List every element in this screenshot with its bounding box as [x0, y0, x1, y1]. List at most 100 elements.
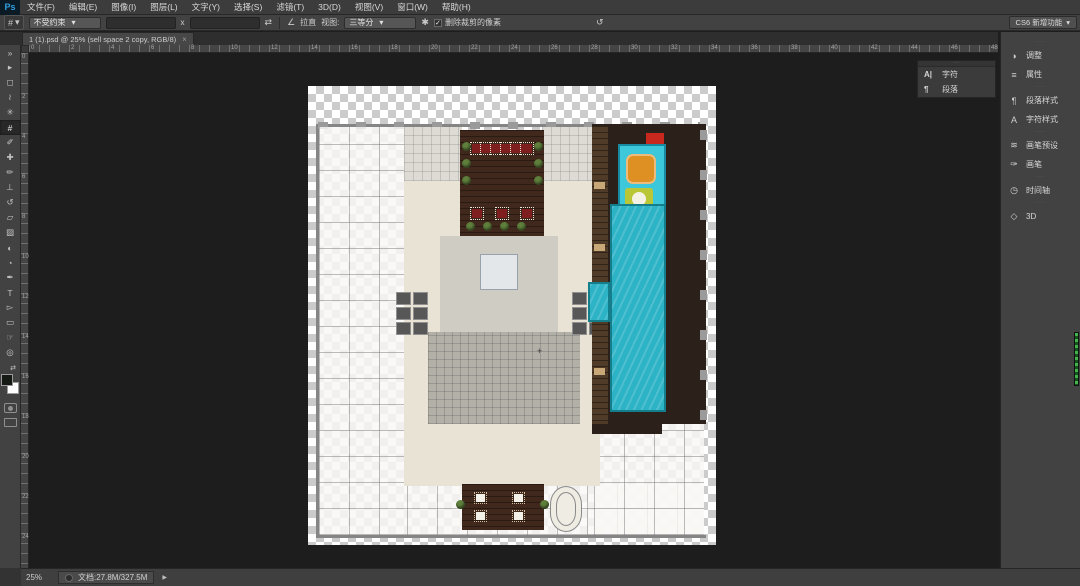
document-tab-title: 1 (1).psd @ 25% (sell space 2 copy, RGB/…	[29, 35, 176, 44]
crop-tool[interactable]: #	[0, 120, 21, 135]
lasso-tool[interactable]: ≀	[0, 90, 21, 105]
plant	[534, 159, 543, 168]
crop-preset-select[interactable]: 不受约束 ▾	[29, 17, 101, 29]
document-tab[interactable]: 1 (1).psd @ 25% (sell space 2 copy, RGB/…	[22, 32, 194, 45]
ruler-tick-label: 0	[31, 45, 34, 52]
panel-label: 调整	[1026, 50, 1042, 61]
ruler-tick-label: 4	[111, 45, 114, 52]
panel-label: 画笔预设	[1026, 140, 1058, 151]
panel-properties[interactable]: ≡ 属性	[1001, 66, 1080, 83]
panel-label: 3D	[1026, 212, 1036, 221]
entry-table	[514, 494, 523, 502]
tool-icon: ✒	[6, 272, 13, 283]
foreground-color-swatch[interactable]	[1, 374, 13, 386]
menu-item[interactable]: 3D(D)	[311, 0, 348, 15]
hand-tool[interactable]: ☞	[0, 330, 21, 345]
tool-icon: ▨	[6, 227, 14, 238]
healing-brush-tool[interactable]: ✚	[0, 150, 21, 165]
panel-brush[interactable]: ✑ 画笔	[1001, 156, 1080, 173]
crop-settings-gear-icon[interactable]: ✱	[421, 17, 429, 28]
panel-icon: ◇	[1008, 211, 1020, 222]
panel-paragraph-styles[interactable]: ¶ 段落样式	[1001, 92, 1080, 109]
menu-item[interactable]: 图层(L)	[143, 0, 184, 15]
tool-icon: ▱	[7, 212, 14, 223]
deck-plank-strip	[592, 126, 608, 424]
menu-item[interactable]: 窗口(W)	[390, 0, 435, 15]
table	[492, 144, 502, 153]
status-expand-arrow-icon[interactable]: ▶	[162, 574, 167, 581]
collapse-tools-icon[interactable]: »	[0, 45, 21, 60]
ruler-tick-label: 2	[71, 45, 74, 52]
panel-label: 段落样式	[1026, 95, 1058, 106]
delete-cropped-pixels-option[interactable]: ✓ 删除裁剪的像素	[434, 17, 501, 28]
panel-label: 字符	[942, 69, 958, 80]
quick-mask-button[interactable]	[4, 403, 17, 413]
menu-item[interactable]: 文字(Y)	[185, 0, 227, 15]
clone-stamp-tool[interactable]: ⊥	[0, 180, 21, 195]
close-icon[interactable]: ×	[182, 35, 187, 44]
menu-item[interactable]: 图像(I)	[104, 0, 143, 15]
ruler-origin-corner[interactable]	[21, 45, 29, 53]
menu-item[interactable]: 视图(V)	[348, 0, 390, 15]
swap-colors-icon[interactable]: ⇄	[4, 364, 16, 372]
zoom-level-field[interactable]: 25%	[26, 573, 52, 582]
workspace-switcher[interactable]: CS6 新增功能 ▾	[1009, 16, 1077, 29]
ruler-tick-label: 0	[22, 54, 25, 60]
eraser-tool[interactable]: ▱	[0, 210, 21, 225]
active-tool-badge[interactable]: # ▾	[4, 15, 24, 30]
menu-item[interactable]: 编辑(E)	[62, 0, 104, 15]
history-brush-tool[interactable]: ↺	[0, 195, 21, 210]
quick-selection-tool[interactable]: ✳	[0, 105, 21, 120]
ruler-tick-label: 20	[22, 454, 29, 460]
tool-icon: ◐	[7, 243, 12, 253]
panel-adjustments[interactable]: ◑ 调整	[1001, 47, 1080, 64]
panel-timeline[interactable]: ◷ 时间轴	[1001, 182, 1080, 199]
color-swatches	[0, 373, 20, 397]
vertical-ruler[interactable]: 024681012141618202224	[21, 53, 29, 568]
panel-dock: ◑ 调整 ≡ 属性 ¶ 段落样式 A 字符样式 ≋ 画笔预设 ✑ 画笔 ◷ 时间…	[1000, 32, 1080, 568]
reset-icon[interactable]: ↺	[596, 17, 604, 28]
menu-item[interactable]: 文件(F)	[20, 0, 62, 15]
panel-icon: ¶	[924, 85, 936, 94]
gradient-tool[interactable]: ▨	[0, 225, 21, 240]
panel-icon: ◑	[1008, 51, 1020, 61]
crop-options-bar: # ▾ 不受约束 ▾ x ⇄ ∠ 拉直 视图: 三等分 ▾ ✱ ✓ 删除裁剪的像…	[0, 15, 1080, 31]
type-tool[interactable]: T	[0, 285, 21, 300]
menu-item[interactable]: 选择(S)	[227, 0, 269, 15]
straighten-button[interactable]: 拉直	[300, 17, 316, 28]
menu-item[interactable]: 帮助(H)	[435, 0, 478, 15]
panel-brush-presets[interactable]: ≋ 画笔预设	[1001, 137, 1080, 154]
tool-icon: ✚	[6, 152, 13, 163]
brush-tool[interactable]: ✏	[0, 165, 21, 180]
tool-icon: #	[8, 123, 13, 133]
marquee-tool[interactable]: ◻	[0, 75, 21, 90]
dodge-tool[interactable]: ◔	[0, 255, 21, 270]
pen-tool[interactable]: ✒	[0, 270, 21, 285]
overlay-view-select[interactable]: 三等分 ▾	[344, 17, 416, 29]
eyedropper-tool[interactable]: ✐	[0, 135, 21, 150]
swap-dimensions-icon[interactable]: ⇄	[265, 17, 273, 28]
panel-character-styles[interactable]: A 字符样式	[1001, 111, 1080, 128]
floor-plan-image[interactable]: +	[308, 86, 716, 545]
crop-height-field[interactable]	[190, 17, 260, 29]
panel-character[interactable]: A| 字符	[918, 67, 995, 82]
menu-item[interactable]: 滤镜(T)	[269, 0, 311, 15]
quick-mask-icon	[8, 406, 13, 411]
horizontal-ruler[interactable]: 0246810121416182022242628303234363840424…	[29, 45, 998, 53]
panel-3d[interactable]: ◇ 3D	[1001, 208, 1080, 225]
blur-tool[interactable]: ◐	[0, 240, 21, 255]
checkbox-checked-icon[interactable]: ✓	[434, 19, 442, 27]
move-tool[interactable]: ▸	[0, 60, 21, 75]
screen-mode-button[interactable]	[4, 418, 17, 427]
panel-paragraph[interactable]: ¶ 段落	[918, 82, 995, 97]
crop-width-field[interactable]	[106, 17, 176, 29]
zoom-tool[interactable]: ◎	[0, 345, 21, 360]
path-selection-tool[interactable]: ▻	[0, 300, 21, 315]
shape-tool[interactable]: ▭	[0, 315, 21, 330]
document-info-box[interactable]: 文档:27.8M/327.5M	[58, 571, 154, 584]
plant	[534, 142, 543, 151]
menu-items: 文件(F)编辑(E)图像(I)图层(L)文字(Y)选择(S)滤镜(T)3D(D)…	[20, 0, 478, 15]
planter-row-right	[534, 142, 543, 185]
ruler-tick-label: 6	[22, 174, 25, 180]
canvas-pasteboard[interactable]: +	[29, 53, 998, 568]
